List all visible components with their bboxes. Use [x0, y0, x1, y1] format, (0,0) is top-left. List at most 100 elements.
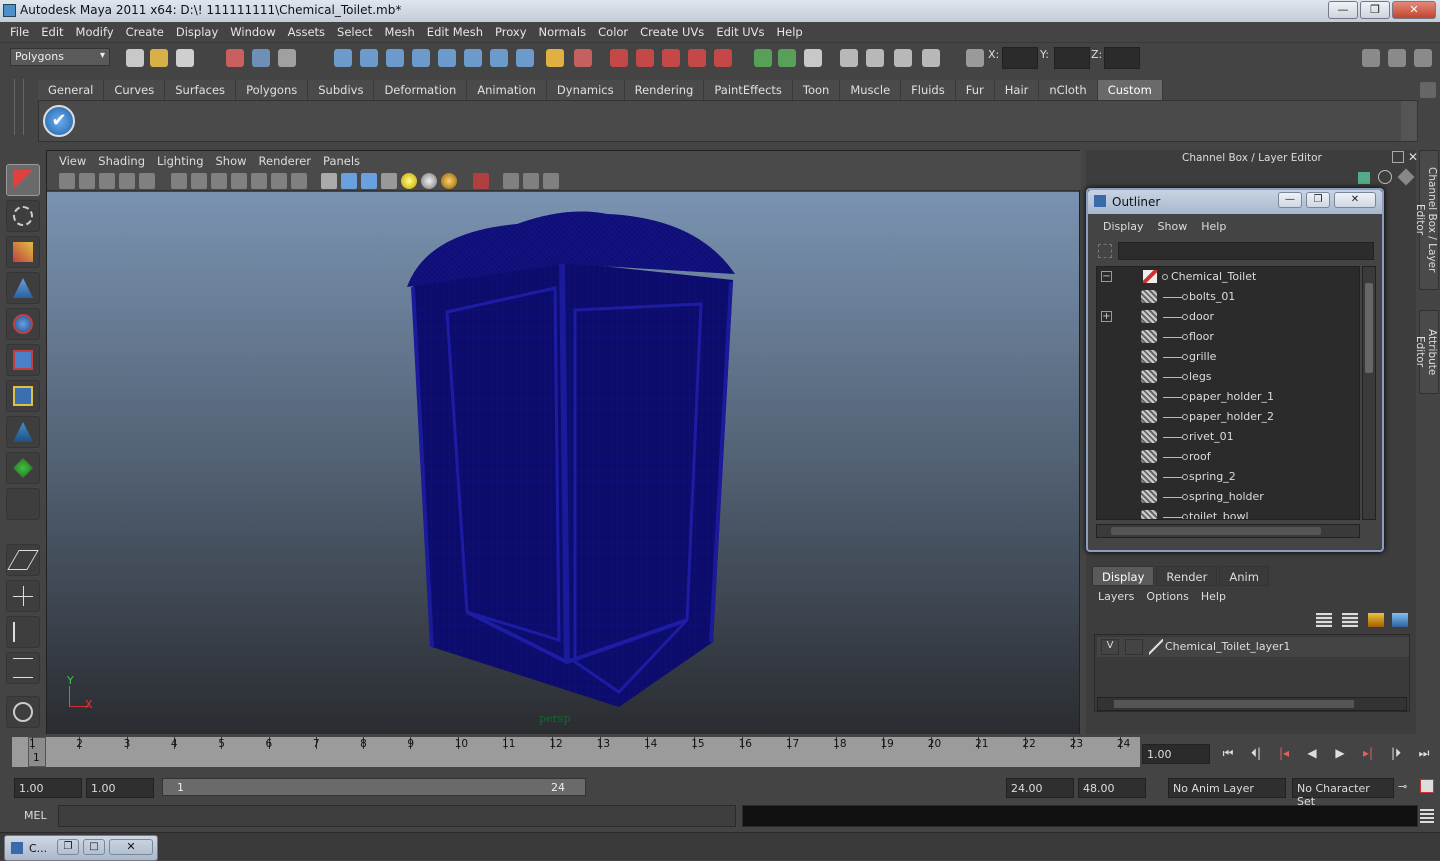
y-field[interactable]: [1054, 47, 1090, 69]
snap-grid-icon[interactable]: [334, 49, 352, 67]
menu-create-uvs[interactable]: Create UVs: [634, 22, 710, 42]
layer-menu-layers[interactable]: Layers: [1092, 588, 1140, 608]
camera-select-icon[interactable]: [59, 173, 75, 189]
resolution-gate-icon[interactable]: [211, 173, 227, 189]
menu-create[interactable]: Create: [120, 22, 170, 42]
attribute-editor-toggle-icon[interactable]: [1362, 49, 1380, 67]
close-button[interactable]: ✕: [1392, 1, 1436, 19]
menu-edit-mesh[interactable]: Edit Mesh: [421, 22, 489, 42]
shelf-tab-rendering[interactable]: Rendering: [624, 80, 705, 100]
layer-menu-options[interactable]: Options: [1140, 588, 1194, 608]
outliner-item-rivet-01[interactable]: rivet_01: [1097, 427, 1359, 447]
anim-layer-dropdown[interactable]: No Anim Layer: [1168, 778, 1286, 798]
select-tool-button[interactable]: [6, 164, 40, 196]
panel-close-icon[interactable]: ✕: [1408, 150, 1418, 164]
expand-icon[interactable]: +: [1101, 311, 1112, 322]
collapse-icon[interactable]: −: [1101, 271, 1112, 282]
shelf-tab-ncloth[interactable]: nCloth: [1039, 80, 1098, 100]
outliner-menu-help[interactable]: Help: [1194, 216, 1233, 238]
menu-modify[interactable]: Modify: [70, 22, 120, 42]
play-forwards-button[interactable]: ▶: [1330, 746, 1350, 764]
shelf-tab-animation[interactable]: Animation: [467, 80, 547, 100]
soft-modification-button[interactable]: [6, 416, 40, 448]
menu-edit[interactable]: Edit: [35, 22, 69, 42]
transform-icon[interactable]: [966, 49, 984, 67]
viewport-menu-renderer[interactable]: Renderer: [253, 151, 318, 171]
key-icon[interactable]: ⊸: [1398, 780, 1407, 793]
viewport-menu-panels[interactable]: Panels: [317, 151, 366, 171]
paint-select-tool-button[interactable]: [6, 236, 40, 268]
tool-settings-toggle-icon[interactable]: [1388, 49, 1406, 67]
layer-tab-display[interactable]: Display: [1092, 566, 1155, 586]
menu-normals[interactable]: Normals: [533, 22, 593, 42]
render-settings-icon[interactable]: [688, 49, 706, 67]
last-tool-button[interactable]: [6, 488, 40, 520]
bookmarks-icon[interactable]: [99, 173, 115, 189]
grid-icon[interactable]: [171, 173, 187, 189]
shelf-tab-general[interactable]: General: [38, 80, 105, 100]
minimized-close-icon[interactable]: ✕: [109, 839, 153, 855]
play-backwards-button[interactable]: ◀: [1302, 746, 1322, 764]
script-editor-icon[interactable]: [1420, 809, 1434, 823]
shadows-icon[interactable]: [441, 173, 457, 189]
playback-end-field[interactable]: 24.00: [1006, 778, 1074, 798]
all-lights-icon[interactable]: [421, 173, 437, 189]
viewport-menu-lighting[interactable]: Lighting: [151, 151, 209, 171]
select-object-icon[interactable]: [252, 49, 270, 67]
ipr-render-icon[interactable]: [662, 49, 680, 67]
current-time-field[interactable]: 1.00: [1142, 744, 1210, 764]
scale-tool-button[interactable]: [6, 344, 40, 376]
sidebar-toggle-icon[interactable]: [778, 49, 796, 67]
outliner-item-floor[interactable]: floor: [1097, 327, 1359, 347]
menu-help[interactable]: Help: [771, 22, 809, 42]
outliner-maximize-button[interactable]: ❐: [1306, 192, 1330, 208]
outliner-horizontal-scrollbar[interactable]: [1096, 524, 1360, 538]
viewport-menu-view[interactable]: View: [53, 151, 92, 171]
channel-box-help-icon[interactable]: [1378, 170, 1392, 184]
mask-edge-icon[interactable]: [490, 49, 508, 67]
save-scene-icon[interactable]: [176, 49, 194, 67]
move-tool-button[interactable]: [6, 272, 40, 304]
clipboard-icon[interactable]: [804, 49, 822, 67]
layer-list-scrollbar[interactable]: [1097, 697, 1407, 711]
outliner-item-bolts-01[interactable]: bolts_01: [1097, 287, 1359, 307]
viewport-scene[interactable]: Y X persp: [47, 192, 1079, 734]
start-time-field[interactable]: 1.00: [14, 778, 82, 798]
lasso-tool-button[interactable]: [6, 200, 40, 232]
select-component-icon[interactable]: [278, 49, 296, 67]
panel-float-icon[interactable]: [1392, 151, 1404, 163]
batch-render-icon[interactable]: [922, 49, 940, 67]
outliner-menu-display[interactable]: Display: [1096, 216, 1151, 238]
open-scene-icon[interactable]: [150, 49, 168, 67]
shelf-tab-hair[interactable]: Hair: [994, 80, 1040, 100]
command-input[interactable]: [58, 805, 736, 827]
outliner-minimize-button[interactable]: —: [1278, 192, 1302, 208]
render-globals-icon[interactable]: [894, 49, 912, 67]
layer-color-swatch[interactable]: [1149, 639, 1163, 655]
shelf-tab-custom[interactable]: Custom: [1097, 80, 1163, 100]
image-plane-icon[interactable]: [119, 173, 135, 189]
film-gate-icon[interactable]: [191, 173, 207, 189]
channel-box-toggle-icon[interactable]: [1414, 49, 1432, 67]
construction-history-icon[interactable]: [610, 49, 628, 67]
layer-visibility-toggle[interactable]: V: [1101, 639, 1119, 655]
mask-icon[interactable]: [438, 49, 456, 67]
menu-edit-uvs[interactable]: Edit UVs: [710, 22, 770, 42]
outliner-item-paper-holder-2[interactable]: paper_holder_2: [1097, 407, 1359, 427]
tab-channel-box[interactable]: Channel Box / Layer Editor: [1414, 150, 1439, 290]
hud-icon[interactable]: [543, 173, 559, 189]
xray-icon[interactable]: [503, 173, 519, 189]
step-forward-key-button[interactable]: ▸|: [1358, 746, 1378, 764]
shelf-scroll[interactable]: [1401, 101, 1417, 141]
outliner-item-grille[interactable]: grille: [1097, 347, 1359, 367]
step-forward-frame-button[interactable]: |⏵: [1386, 746, 1406, 764]
graph-layout-button[interactable]: [6, 652, 40, 684]
range-slider[interactable]: 1 24: [162, 778, 586, 796]
go-to-start-button[interactable]: ⏮: [1218, 746, 1238, 764]
outliner-search-input[interactable]: [1118, 242, 1374, 260]
minimized-window[interactable]: C... ❐ □ ✕: [4, 835, 158, 861]
shelf-tab-toon[interactable]: Toon: [792, 80, 841, 100]
character-set-dropdown[interactable]: No Character Set: [1292, 778, 1394, 808]
menu-assets[interactable]: Assets: [282, 22, 331, 42]
chemical-toilet-wireframe[interactable]: [47, 192, 1079, 734]
